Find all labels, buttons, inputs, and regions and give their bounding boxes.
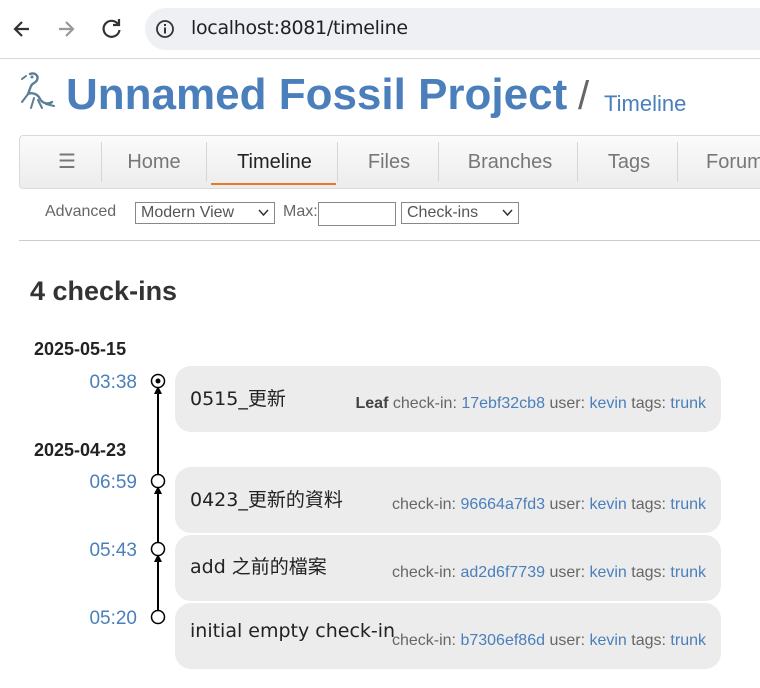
checkin-meta: check-in: ad2d6f7739 user: kevin tags: t… <box>392 564 706 582</box>
checkin-label: check-in: <box>391 496 456 513</box>
checkin-comment: 0423_更新的資料 <box>190 489 343 511</box>
graph-node[interactable] <box>150 473 166 489</box>
view-style-value: Modern View <box>141 204 235 221</box>
project-title[interactable]: Unnamed Fossil Project <box>66 70 567 120</box>
user-link[interactable]: kevin <box>589 632 626 649</box>
checkin-comment: 0515_更新 <box>190 388 286 410</box>
divider <box>19 240 760 241</box>
arrow-left-icon[interactable] <box>7 14 37 44</box>
menu-divider <box>101 142 102 182</box>
menu-item-timeline[interactable]: Timeline <box>212 136 337 188</box>
checkin-card: 0515_更新 Leaf check-in: 17ebf32cb8 user: … <box>175 366 721 432</box>
fossil-logo-icon[interactable] <box>16 70 58 114</box>
menu-item-files[interactable]: Files <box>343 136 435 188</box>
user-label: user: <box>549 564 586 581</box>
checkin-hash-link[interactable]: b7306ef86d <box>460 632 545 649</box>
checkin-label: check-in: <box>392 395 457 412</box>
checkin-card: add 之前的檔案 check-in: ad2d6f7739 user: kev… <box>175 535 721 601</box>
advanced-link[interactable]: Advanced <box>45 203 116 221</box>
timeline-date: 2025-05-15 <box>34 339 127 359</box>
user-label: user: <box>549 496 586 513</box>
tag-link[interactable]: trunk <box>670 564 706 581</box>
entry-time[interactable]: 05:20 <box>37 608 137 630</box>
checkin-label: check-in: <box>391 632 456 649</box>
checkin-meta: check-in: 96664a7fd3 user: kevin tags: t… <box>392 496 706 514</box>
menu-divider <box>577 142 578 182</box>
user-label: user: <box>549 395 586 412</box>
checkin-meta: Leaf check-in: 17ebf32cb8 user: kevin ta… <box>356 395 707 413</box>
title-separator: / <box>578 74 590 118</box>
page-title: Timeline <box>604 91 687 116</box>
menu-divider <box>677 142 678 182</box>
chevron-down-icon <box>502 209 513 217</box>
type-select-value: Check-ins <box>407 204 479 221</box>
main-menu: ☰ Home Timeline Files Branches Tags Foru… <box>19 135 760 189</box>
menu-divider <box>206 142 207 182</box>
url-text: localhost:8081/timeline <box>191 17 408 39</box>
tags-label: tags: <box>631 395 666 412</box>
tag-link[interactable]: trunk <box>670 496 706 513</box>
entry-time[interactable]: 06:59 <box>37 472 137 494</box>
graph-node[interactable] <box>150 609 166 625</box>
checkin-hash-link[interactable]: 96664a7fd3 <box>460 496 545 513</box>
timeline-graph <box>150 373 166 625</box>
timeline-heading: 4 check-ins <box>30 276 178 306</box>
menu-item-home[interactable]: Home <box>108 136 200 188</box>
entry-time[interactable]: 03:38 <box>37 372 137 394</box>
menu-item-branches[interactable]: Branches <box>445 136 575 188</box>
checkin-card: 0423_更新的資料 check-in: 96664a7fd3 user: ke… <box>175 467 721 533</box>
hamburger-menu-icon[interactable]: ☰ <box>40 136 94 188</box>
checkin-hash-link[interactable]: ad2d6f7739 <box>460 564 545 581</box>
reload-icon[interactable] <box>97 14 127 44</box>
type-select[interactable]: Check-ins <box>401 202 519 224</box>
view-style-select[interactable]: Modern View <box>135 202 275 224</box>
active-tab-indicator <box>211 183 336 185</box>
info-icon[interactable] <box>155 19 175 39</box>
arrow-right-icon[interactable] <box>51 14 81 44</box>
checkin-comment: add 之前的檔案 <box>190 556 327 578</box>
menu-divider <box>438 142 439 182</box>
user-link[interactable]: kevin <box>589 496 626 513</box>
leaf-dot <box>155 378 161 384</box>
browser-toolbar: localhost:8081/timeline <box>0 0 760 59</box>
checkin-comment: initial empty check-in <box>190 620 396 642</box>
menu-item-tags[interactable]: Tags <box>583 136 675 188</box>
user-link[interactable]: kevin <box>589 564 626 581</box>
entry-time[interactable]: 05:43 <box>37 540 137 562</box>
tags-label: tags: <box>631 496 666 513</box>
checkin-label: check-in: <box>391 564 456 581</box>
checkin-hash-link[interactable]: 17ebf32cb8 <box>461 395 545 412</box>
leaf-label: Leaf <box>355 395 389 412</box>
user-label: user: <box>549 632 586 649</box>
tags-label: tags: <box>631 564 666 581</box>
menu-divider <box>337 142 338 182</box>
menu-item-forum[interactable]: Forum <box>706 136 760 188</box>
tags-label: tags: <box>631 632 666 649</box>
tag-link[interactable]: trunk <box>670 632 706 649</box>
max-label: Max: <box>283 203 318 220</box>
max-input[interactable] <box>318 202 396 226</box>
checkin-meta: check-in: b7306ef86d user: kevin tags: t… <box>392 632 706 650</box>
checkin-card: initial empty check-in check-in: b7306ef… <box>175 603 721 669</box>
tag-link[interactable]: trunk <box>670 395 706 412</box>
chevron-down-icon <box>258 209 269 217</box>
timeline-date: 2025-04-23 <box>34 440 127 460</box>
user-link[interactable]: kevin <box>589 395 626 412</box>
graph-node[interactable] <box>150 541 166 557</box>
